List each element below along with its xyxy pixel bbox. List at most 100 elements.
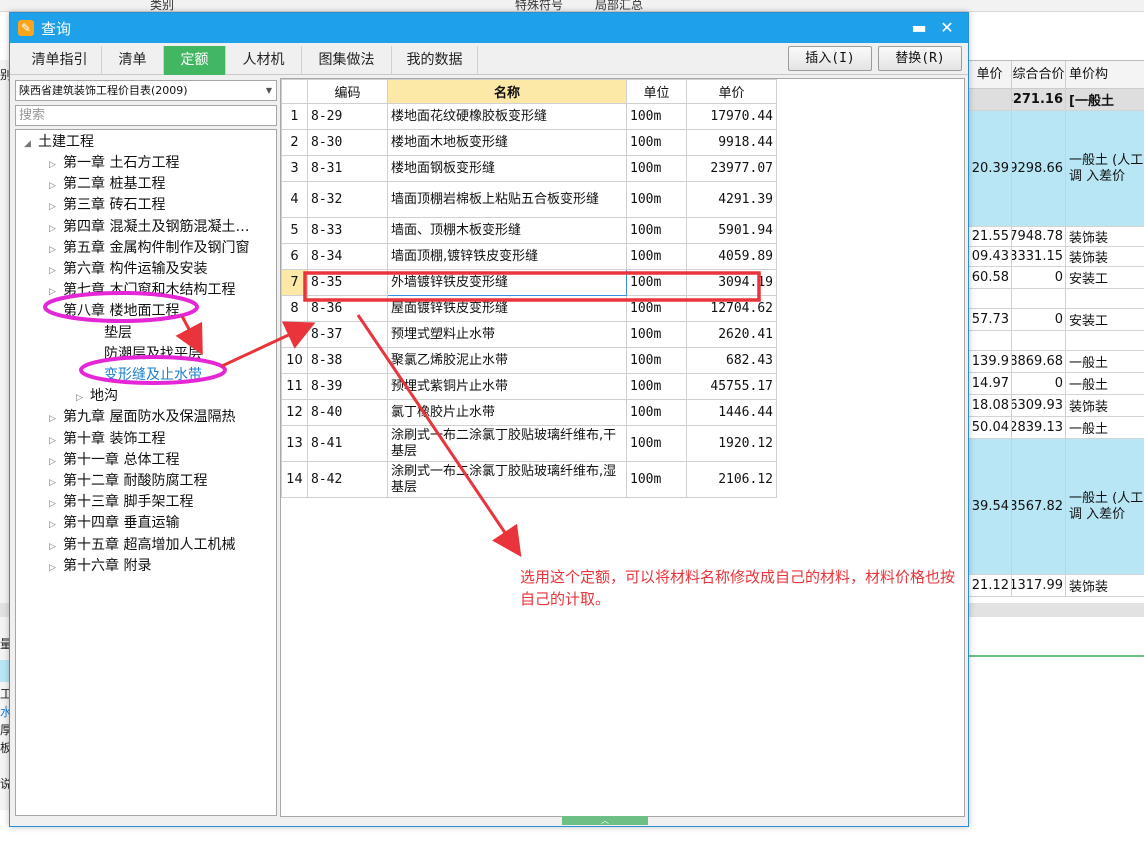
table-row[interactable]: 9 8-37 预埋式塑料止水带 100m 2620.41 (281, 321, 777, 348)
tree-section-node[interactable]: 变形缝及止水带 (90, 365, 202, 385)
row-name[interactable]: 墙面顶棚岩棉板上粘贴五合板变形缝 (387, 181, 627, 218)
row-code[interactable]: 8-40 (307, 399, 388, 426)
grid-row[interactable]: 824271.16[一般土 (968, 89, 1144, 111)
row-code[interactable]: 8-32 (307, 181, 388, 218)
row-name[interactable]: 墙面顶棚,镀锌铁皮变形缝 (387, 243, 627, 270)
table-row[interactable]: 10 8-38 聚氯乙烯胶泥止水带 100m 682.43 (281, 347, 777, 374)
table-header-price[interactable]: 单价 (686, 79, 777, 104)
row-unit[interactable]: 100m (626, 425, 687, 462)
dialog-title-bar[interactable]: ✎ 查询 ▬ ✕ (10, 13, 968, 43)
grid-row[interactable]: 60.58 0 安装工 (968, 267, 1144, 289)
tree-chapter-node[interactable]: ▷ 第五章 金属构件制作及钢门窗 (49, 238, 249, 258)
row-code[interactable]: 8-35 (307, 269, 388, 296)
row-price[interactable]: 2620.41 (686, 321, 777, 348)
tab-my-data[interactable]: 我的数据 (392, 46, 478, 75)
tree-chapter-node[interactable]: ▷ 第四章 混凝土及钢筋混凝土… (49, 217, 249, 237)
tree-chapter-node[interactable]: ▷ 第二章 桩基工程 (49, 174, 165, 194)
table-header-unit[interactable]: 单位 (626, 79, 687, 104)
toolbar-label-partial-summary[interactable]: 局部汇总 (595, 0, 643, 11)
row-name[interactable]: 涂刷式一布二涂氯丁胶贴玻璃纤维布,干基层 (387, 425, 627, 462)
grid-row[interactable]: 20.39249298.66一般土 (人工调 入差价 (968, 111, 1144, 227)
tab-atlas-method[interactable]: 图集做法 (302, 46, 392, 75)
row-price[interactable]: 9918.44 (686, 129, 777, 156)
row-name[interactable]: 预埋式塑料止水带 (387, 321, 627, 348)
row-code[interactable]: 8-31 (307, 155, 388, 182)
table-row[interactable]: 14 8-42 涂刷式一布二涂氯丁胶贴玻璃纤维布,湿基层 100m 2106.12 (281, 461, 777, 498)
table-row[interactable]: 7 8-35 外墙镀锌铁皮变形缝 100m 3094.19 (281, 269, 777, 296)
row-price[interactable]: 23977.07 (686, 155, 777, 182)
table-row[interactable]: 3 8-31 楼地面钢板变形缝 100m 23977.07 (281, 155, 777, 182)
tree-chapter-node[interactable]: ▷ 第七章 木门窗和木结构工程 (49, 280, 235, 300)
insert-button[interactable]: 插入(I) (788, 46, 872, 71)
maximize-icon[interactable]: ▬ (908, 17, 930, 39)
table-row[interactable]: 11 8-39 预埋式紫铜片止水带 100m 45755.17 (281, 373, 777, 400)
row-name[interactable]: 聚氯乙烯胶泥止水带 (387, 347, 627, 374)
row-unit[interactable]: 100m (626, 321, 687, 348)
row-price[interactable]: 4291.39 (686, 181, 777, 218)
tree-chapter-node[interactable]: ▷ 第十六章 附录 (49, 556, 151, 576)
row-code[interactable]: 8-33 (307, 217, 388, 244)
row-code[interactable]: 8-36 (307, 295, 388, 322)
table-header-code[interactable]: 编码 (307, 79, 388, 104)
table-row[interactable]: 6 8-34 墙面顶棚,镀锌铁皮变形缝 100m 4059.89 (281, 243, 777, 270)
grid-row[interactable]: 09.4383331.15装饰装 (968, 247, 1144, 267)
grid-row[interactable]: 21.12 1317.99 装饰装 (968, 575, 1144, 597)
grid-row[interactable]: 39.5423567.82一般土 (人工调 入差价 (968, 439, 1144, 575)
row-code[interactable]: 8-34 (307, 243, 388, 270)
tree-section-node[interactable]: ▷ 地沟 (76, 386, 118, 406)
grid-header-price-composition[interactable]: 单价构 (1066, 61, 1144, 89)
grid-row[interactable]: 14.97 0 一般土 (968, 373, 1144, 395)
row-unit[interactable]: 100m (626, 295, 687, 322)
row-code[interactable]: 8-29 (307, 103, 388, 130)
row-price[interactable]: 12704.62 (686, 295, 777, 322)
grid-row[interactable]: 57.73 0 安装工 (968, 309, 1144, 331)
grid-row[interactable]: 21.55 7948.78 装饰装 (968, 227, 1144, 247)
close-icon[interactable]: ✕ (936, 17, 958, 39)
row-name[interactable]: 涂刷式一布二涂氯丁胶贴玻璃纤维布,湿基层 (387, 461, 627, 498)
row-unit[interactable]: 100m (626, 461, 687, 498)
grid-row[interactable]: 139.9 8869.68 一般土 (968, 351, 1144, 373)
tree-chapter-node[interactable]: ▷ 第九章 屋面防水及保温隔热 (49, 407, 235, 427)
table-row[interactable]: 12 8-40 氯丁橡胶片止水带 100m 1446.44 (281, 399, 777, 426)
tab-labor-material-machine[interactable]: 人材机 (226, 46, 302, 75)
grid-row[interactable] (968, 331, 1144, 351)
row-name[interactable]: 楼地面钢板变形缝 (387, 155, 627, 182)
row-unit[interactable]: 100m (626, 347, 687, 374)
row-price[interactable]: 1920.12 (686, 425, 777, 462)
row-code[interactable]: 8-42 (307, 461, 388, 498)
table-row[interactable]: 13 8-41 涂刷式一布二涂氯丁胶贴玻璃纤维布,干基层 100m 1920.12 (281, 425, 777, 462)
row-code[interactable]: 8-38 (307, 347, 388, 374)
row-name[interactable]: 屋面镀锌铁皮变形缝 (387, 295, 627, 322)
grid-row[interactable]: 18.08136309.93装饰装 (968, 395, 1144, 417)
row-unit[interactable]: 100m (626, 155, 687, 182)
row-name[interactable]: 氯丁橡胶片止水带 (387, 399, 627, 426)
toolbar-label-special-symbol[interactable]: 特殊符号 (515, 0, 563, 11)
row-price[interactable]: 1446.44 (686, 399, 777, 426)
row-unit[interactable]: 100m (626, 217, 687, 244)
panel-resize-handle[interactable]: ︿ (562, 816, 648, 825)
tree-chapter-node[interactable]: ▷ 第十章 装饰工程 (49, 429, 165, 449)
grid-row[interactable] (968, 289, 1144, 309)
quota-library-select[interactable]: 陕西省建筑装饰工程价目表(2009) ▼ (15, 80, 277, 101)
table-row[interactable]: 1 8-29 楼地面花纹硬橡胶板变形缝 100m 17970.44 (281, 103, 777, 130)
table-row[interactable]: 8 8-36 屋面镀锌铁皮变形缝 100m 12704.62 (281, 295, 777, 322)
tree-chapter-node[interactable]: ▷ 第十二章 耐酸防腐工程 (49, 471, 207, 491)
row-name[interactable]: 墙面、顶棚木板变形缝 (387, 217, 627, 244)
tree-chapter-node[interactable]: ▷ 第六章 构件运输及安装 (49, 259, 207, 279)
tree-chapter-node[interactable]: ▷ 第十三章 脚手架工程 (49, 492, 193, 512)
row-unit[interactable]: 100m (626, 129, 687, 156)
row-price[interactable]: 2106.12 (686, 461, 777, 498)
row-name[interactable]: 外墙镀锌铁皮变形缝 (387, 269, 627, 296)
row-unit[interactable]: 100m (626, 373, 687, 400)
grid-row[interactable]: 50.0412839.13一般土 (968, 417, 1144, 439)
tab-bill[interactable]: 清单 (102, 46, 164, 75)
row-code[interactable]: 8-39 (307, 373, 388, 400)
tree-chapter-node[interactable]: ▷ 第一章 土石方工程 (49, 153, 179, 173)
row-price[interactable]: 45755.17 (686, 373, 777, 400)
grid-header-total-price[interactable]: 综合合价 (1012, 61, 1066, 89)
row-name[interactable]: 楼地面花纹硬橡胶板变形缝 (387, 103, 627, 130)
row-price[interactable]: 3094.19 (686, 269, 777, 296)
tab-quota[interactable]: 定额 (164, 46, 226, 75)
row-unit[interactable]: 100m (626, 181, 687, 218)
replace-button[interactable]: 替换(R) (878, 46, 962, 71)
